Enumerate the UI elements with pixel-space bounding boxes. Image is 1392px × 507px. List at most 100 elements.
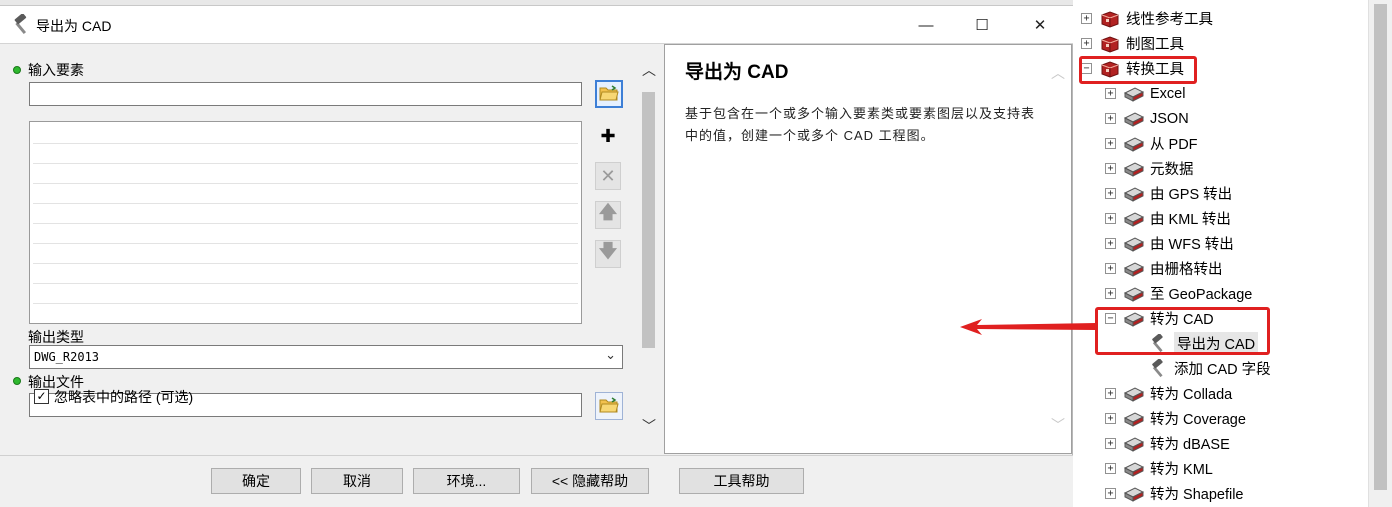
cancel-button[interactable]: 取消	[311, 468, 403, 494]
expander-icon[interactable]: +	[1105, 88, 1116, 99]
chevron-down-icon: ⌄	[605, 348, 616, 363]
expander-icon[interactable]: +	[1105, 138, 1116, 149]
close-button[interactable]: ✕	[1011, 6, 1069, 44]
expander-icon[interactable]: +	[1105, 288, 1116, 299]
tree-item-label: 制图工具	[1126, 37, 1184, 53]
scroll-up-icon[interactable]: ︿	[1051, 63, 1065, 83]
list-item[interactable]	[33, 184, 578, 204]
expander-icon[interactable]: +	[1105, 213, 1116, 224]
expander-icon[interactable]: +	[1081, 38, 1092, 49]
input-features-field[interactable]	[29, 82, 582, 106]
highlight-conversion-tools	[1079, 56, 1197, 84]
tree-item-toolset[interactable]: + Excel	[1105, 81, 1185, 106]
scrollbar-thumb[interactable]	[1374, 4, 1387, 490]
tree-item-toolset[interactable]: + 元数据	[1105, 156, 1194, 181]
tree-item-toolset[interactable]: + 转为 Collada	[1105, 381, 1232, 406]
list-item[interactable]	[33, 124, 578, 144]
red-arrow-icon	[960, 319, 1096, 335]
add-icon: ✚	[600, 125, 616, 146]
toolset-icon	[1123, 259, 1145, 279]
export-to-cad-dialog: 导出为 CAD — ☐ ✕ 输入要素 ✚ ✕ 🡅 🡇 输出类型 DWG_R201…	[0, 0, 1073, 507]
output-type-label: 输出类型	[28, 329, 84, 345]
tree-item-tool[interactable]: 添加 CAD 字段	[1147, 356, 1271, 381]
expander-icon[interactable]: +	[1105, 438, 1116, 449]
tree-item-label: 由栅格转出	[1150, 262, 1223, 278]
toolset-icon	[1123, 284, 1145, 304]
move-up-button[interactable]: 🡅	[595, 201, 621, 229]
form-scrollbar[interactable]: ︿ ﹀	[638, 60, 660, 438]
toolset-icon	[1123, 109, 1145, 129]
toolset-icon	[1123, 459, 1145, 479]
remove-button[interactable]: ✕	[595, 162, 621, 190]
scroll-down-icon[interactable]: ﹀	[1051, 415, 1065, 435]
tree-item-label: Excel	[1150, 85, 1186, 102]
scroll-up-icon[interactable]: ︿	[638, 60, 660, 82]
help-description: 基于包含在一个或多个输入要素类或要素图层以及支持表中的值，创建一个或多个 CAD…	[685, 106, 1036, 143]
tree-item-toolbox[interactable]: + 制图工具	[1081, 31, 1184, 56]
environments-button[interactable]: 环境...	[413, 468, 520, 494]
expander-icon[interactable]: +	[1105, 238, 1116, 249]
tree-item-toolset[interactable]: + 转为 Shapefile	[1105, 481, 1244, 506]
minimize-button[interactable]: —	[897, 6, 955, 44]
list-item[interactable]	[33, 264, 578, 284]
browse-input-button[interactable]	[595, 80, 623, 108]
highlight-to-cad	[1095, 307, 1270, 355]
tree-item-toolbox[interactable]: + 线性参考工具	[1081, 6, 1213, 31]
tree-item-label: 线性参考工具	[1126, 12, 1213, 28]
list-item[interactable]	[33, 164, 578, 184]
tree-item-toolset[interactable]: + 转为 Coverage	[1105, 406, 1246, 431]
hammer-icon	[10, 13, 32, 36]
list-item[interactable]	[33, 284, 578, 304]
expander-icon[interactable]: +	[1105, 163, 1116, 174]
scrollbar-thumb[interactable]	[642, 92, 655, 348]
ok-button[interactable]: 确定	[211, 468, 301, 494]
maximize-button[interactable]: ☐	[953, 6, 1011, 44]
input-features-list[interactable]	[29, 121, 582, 324]
ignore-paths-checkbox[interactable]: ✓	[34, 389, 49, 404]
toolbox-icon	[1099, 9, 1121, 29]
tree-item-toolset[interactable]: + 转为 KML	[1105, 456, 1213, 481]
tree-item-label: 至 GeoPackage	[1150, 287, 1253, 303]
output-type-select[interactable]: DWG_R2013 ⌄	[29, 345, 623, 369]
tree-item-label: 由 GPS 转出	[1150, 187, 1233, 203]
list-item[interactable]	[33, 244, 578, 264]
open-folder-icon	[599, 396, 619, 416]
add-button[interactable]: ✚	[595, 122, 621, 150]
help-title: 导出为 CAD	[685, 62, 789, 83]
expander-icon[interactable]: +	[1105, 188, 1116, 199]
expander-icon[interactable]: +	[1105, 113, 1116, 124]
expander-icon[interactable]: +	[1105, 388, 1116, 399]
browse-output-button[interactable]	[595, 392, 623, 420]
tree-item-label: 转为 Coverage	[1150, 412, 1246, 428]
tree-item-toolset[interactable]: + 由 KML 转出	[1105, 206, 1231, 231]
tree-item-label: 转为 Shapefile	[1150, 487, 1244, 503]
tree-item-toolset[interactable]: + 转为 dBASE	[1105, 431, 1230, 456]
toolset-icon	[1123, 384, 1145, 404]
title-bar[interactable]: 导出为 CAD — ☐ ✕	[0, 6, 1073, 44]
toolset-icon	[1123, 184, 1145, 204]
hide-help-button[interactable]: << 隐藏帮助	[531, 468, 649, 494]
toolset-icon	[1123, 484, 1145, 504]
expander-icon[interactable]: +	[1105, 263, 1116, 274]
hammer-icon	[1147, 358, 1169, 379]
tree-item-toolset[interactable]: + 由 WFS 转出	[1105, 231, 1234, 256]
tree-item-toolset[interactable]: + 从 PDF	[1105, 131, 1198, 156]
tree-item-toolset[interactable]: + 由 GPS 转出	[1105, 181, 1232, 206]
output-type-value: DWG_R2013	[34, 350, 100, 364]
expander-icon[interactable]: +	[1081, 13, 1092, 24]
expander-icon[interactable]: +	[1105, 488, 1116, 499]
expander-icon[interactable]: +	[1105, 463, 1116, 474]
tree-item-label: 从 PDF	[1150, 137, 1198, 153]
tree-item-toolset[interactable]: + JSON	[1105, 106, 1189, 131]
list-item[interactable]	[33, 144, 578, 164]
tool-help-button[interactable]: 工具帮助	[679, 468, 804, 494]
tree-scrollbar[interactable]	[1368, 0, 1392, 507]
list-item[interactable]	[33, 204, 578, 224]
move-down-button[interactable]: 🡇	[595, 240, 621, 268]
tree-item-toolset[interactable]: + 至 GeoPackage	[1105, 281, 1252, 306]
list-item[interactable]	[33, 224, 578, 244]
expander-icon[interactable]: +	[1105, 413, 1116, 424]
scroll-down-icon[interactable]: ﹀	[638, 416, 660, 438]
tree-item-toolset[interactable]: + 由栅格转出	[1105, 256, 1223, 281]
dialog-title: 导出为 CAD	[36, 18, 112, 34]
